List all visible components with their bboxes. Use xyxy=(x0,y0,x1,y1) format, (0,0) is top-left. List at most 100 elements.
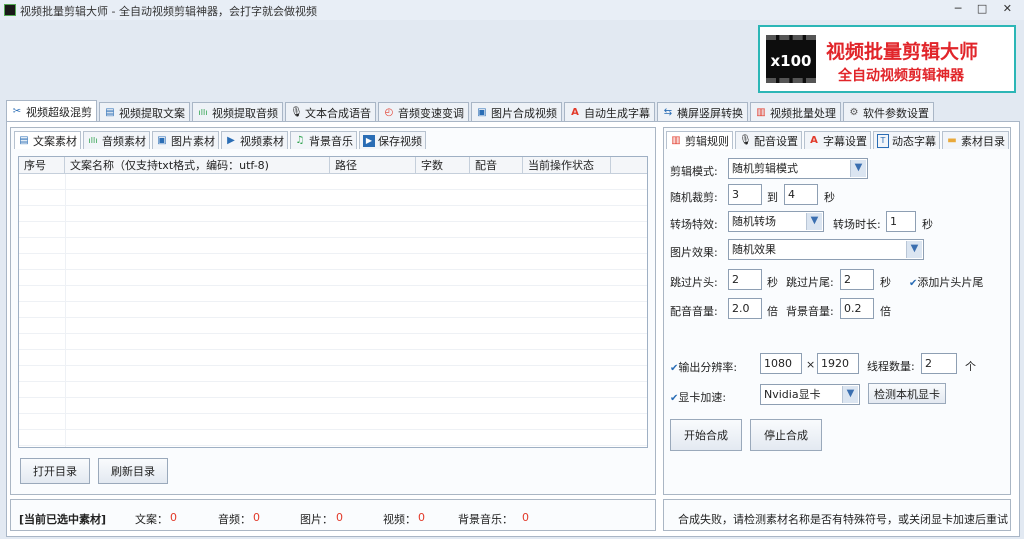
tab-orientation-convert[interactable]: ⇆ 横屏竖屏转换 xyxy=(657,102,748,122)
tab-dynamic-subtitle[interactable]: T 动态字幕 xyxy=(873,131,940,149)
resolution-label: 输出分辨率: xyxy=(678,361,738,374)
skip-tail-unit: 秒 xyxy=(880,276,891,289)
title-bar: 视频批量剪辑大师 - 全自动视频剪辑神器，会打字就会做视频 ─ □ ✕ xyxy=(0,0,1024,20)
window-controls[interactable]: ─ □ ✕ xyxy=(955,2,1018,15)
skip-head-unit: 秒 xyxy=(767,276,778,289)
random-cut-label: 随机裁剪: xyxy=(670,191,718,204)
tab-settings[interactable]: ⚙ 软件参数设置 xyxy=(843,102,934,122)
tab-extract-audio[interactable]: ıllı 视频提取音频 xyxy=(192,102,283,122)
skip-head-input[interactable]: 2 xyxy=(728,269,762,290)
microphone-icon: 🎙 xyxy=(290,106,303,118)
text-box-icon: T xyxy=(877,133,889,148)
summary-audio-count: 0 xyxy=(253,511,260,524)
tab-save-video[interactable]: ▶ 保存视频 xyxy=(359,131,426,149)
resolution-separator: × xyxy=(806,358,816,371)
skip-tail-input[interactable]: 2 xyxy=(840,269,874,290)
gpu-label: 显卡加速: xyxy=(678,391,727,404)
document-icon: ▤ xyxy=(105,106,115,118)
edit-mode-value: 随机剪辑模式 xyxy=(732,162,798,175)
text-material-table[interactable]: 序号 文案名称（仅支持txt格式，编码：utf-8) 路径 字数 配音 当前操作… xyxy=(18,156,648,448)
edit-mode-select[interactable]: 随机剪辑模式 ▼ xyxy=(728,158,868,179)
image-icon: ▣ xyxy=(477,106,487,118)
tab-label: 背景音乐 xyxy=(309,134,353,148)
image-effect-select[interactable]: 随机效果 ▼ xyxy=(728,239,924,260)
tab-extract-text[interactable]: ▤ 视频提取文案 xyxy=(99,102,190,122)
tab-text-material[interactable]: ▤ 文案素材 xyxy=(14,131,81,149)
column-header[interactable]: 配音 xyxy=(470,157,523,174)
tab-background-music[interactable]: ♫ 背景音乐 xyxy=(290,131,357,149)
tab-label: 保存视频 xyxy=(378,134,422,148)
column-header[interactable]: 序号 xyxy=(19,157,65,174)
tab-subtitle-settings[interactable]: A 字幕设置 xyxy=(804,131,871,149)
tab-label: 文案素材 xyxy=(33,134,77,148)
column-header[interactable]: 路径 xyxy=(330,157,416,174)
cut-to-label: 到 xyxy=(767,191,778,204)
summary-bgm-count: 0 xyxy=(522,511,529,524)
transition-duration-input[interactable]: 1 xyxy=(886,211,916,232)
table-body[interactable] xyxy=(19,174,647,447)
status-message: 合成失败，请检测素材名称是否有特殊符号，或关闭显卡加速后重试 xyxy=(678,513,1008,526)
transition-select[interactable]: 随机转场 ▼ xyxy=(728,211,824,232)
selected-summary-label: [当前已选中素材] xyxy=(19,513,107,526)
tab-material-folder[interactable]: ▬ 素材目录 xyxy=(942,131,1009,149)
microphone-icon: 🎙 xyxy=(739,134,752,146)
bg-volume-input[interactable]: 0.2 xyxy=(840,298,874,319)
start-compose-button[interactable]: 开始合成 xyxy=(670,419,742,451)
gauge-icon: ◴ xyxy=(384,106,394,118)
transition-duration-unit: 秒 xyxy=(922,218,933,231)
tab-label: 音频变速变调 xyxy=(398,106,464,120)
table-header: 序号 文案名称（仅支持txt格式，编码：utf-8) 路径 字数 配音 当前操作… xyxy=(19,157,647,174)
tab-audio-speed[interactable]: ◴ 音频变速变调 xyxy=(378,102,469,122)
tab-auto-subtitle[interactable]: A 自动生成字幕 xyxy=(564,102,655,122)
threads-input[interactable]: 2 xyxy=(921,353,957,374)
summary-audio-label: 音频： xyxy=(218,513,251,526)
column-header[interactable]: 当前操作状态 xyxy=(523,157,611,174)
chevron-down-icon: ▼ xyxy=(806,213,822,230)
summary-image-count: 0 xyxy=(336,511,343,524)
filmstrip-icon: ▥ xyxy=(671,134,681,146)
tab-label: 图片合成视频 xyxy=(491,106,557,120)
resolution-width-input[interactable]: 1080 xyxy=(760,353,802,374)
column-header[interactable]: 文案名称（仅支持txt格式，编码：utf-8) xyxy=(65,157,330,174)
music-note-icon: ♫ xyxy=(295,134,305,146)
open-folder-button[interactable]: 打开目录 xyxy=(20,458,90,484)
refresh-folder-button[interactable]: 刷新目录 xyxy=(98,458,168,484)
tab-image-material[interactable]: ▣ 图片素材 xyxy=(152,131,219,149)
tab-super-mix[interactable]: ✂ 视频超级混剪 xyxy=(6,100,97,122)
summary-text-label: 文案： xyxy=(135,513,168,526)
tab-voice-settings[interactable]: 🎙 配音设置 xyxy=(735,131,802,149)
font-icon: A xyxy=(571,106,579,118)
tab-label: 动态字幕 xyxy=(892,134,936,148)
threads-label: 线程数量: xyxy=(867,360,915,373)
stop-compose-button[interactable]: 停止合成 xyxy=(750,419,822,451)
tab-text-to-speech[interactable]: 🎙 文本合成语音 xyxy=(285,102,376,122)
brand-banner: x100 视频批量剪辑大师 全自动视频剪辑神器 xyxy=(758,25,1016,93)
tab-image-to-video[interactable]: ▣ 图片合成视频 xyxy=(471,102,562,122)
cut-max-input[interactable]: 4 xyxy=(784,184,818,205)
play-icon: ▶ xyxy=(227,134,235,146)
window-title: 视频批量剪辑大师 - 全自动视频剪辑神器，会打字就会做视频 xyxy=(20,5,317,18)
image-effect-value: 随机效果 xyxy=(732,243,776,256)
tab-edit-rules[interactable]: ▥ 剪辑规则 xyxy=(666,131,733,149)
resolution-checkbox[interactable]: ✔输出分辨率: xyxy=(670,359,737,375)
cut-min-input[interactable]: 3 xyxy=(728,184,762,205)
transition-label: 转场特效: xyxy=(670,218,718,231)
gpu-select[interactable]: Nvidia显卡 ▼ xyxy=(760,384,860,405)
tab-label: 图片素材 xyxy=(171,134,215,148)
audio-wave-icon: ıllı xyxy=(88,135,98,145)
detect-gpu-button[interactable]: 检测本机显卡 xyxy=(868,383,946,404)
summary-image-label: 图片： xyxy=(300,513,333,526)
gpu-checkbox[interactable]: ✔显卡加速: xyxy=(670,389,726,405)
column-header[interactable]: 字数 xyxy=(416,157,470,174)
tab-label: 自动生成字幕 xyxy=(584,106,650,120)
add-head-tail-checkbox[interactable]: ✔添加片头片尾 xyxy=(909,274,983,290)
tab-label: 横屏竖屏转换 xyxy=(677,106,743,120)
resolution-height-input[interactable]: 1920 xyxy=(817,353,859,374)
transition-duration-label: 转场时长: xyxy=(833,218,881,231)
tab-audio-material[interactable]: ıllı 音频素材 xyxy=(83,131,150,149)
tab-video-material[interactable]: ▶ 视频素材 xyxy=(221,131,288,149)
tab-label: 视频批量处理 xyxy=(770,106,836,120)
voice-volume-input[interactable]: 2.0 xyxy=(728,298,762,319)
audio-wave-icon: ıllı xyxy=(198,107,208,117)
tab-batch-process[interactable]: ▥ 视频批量处理 xyxy=(750,102,841,122)
